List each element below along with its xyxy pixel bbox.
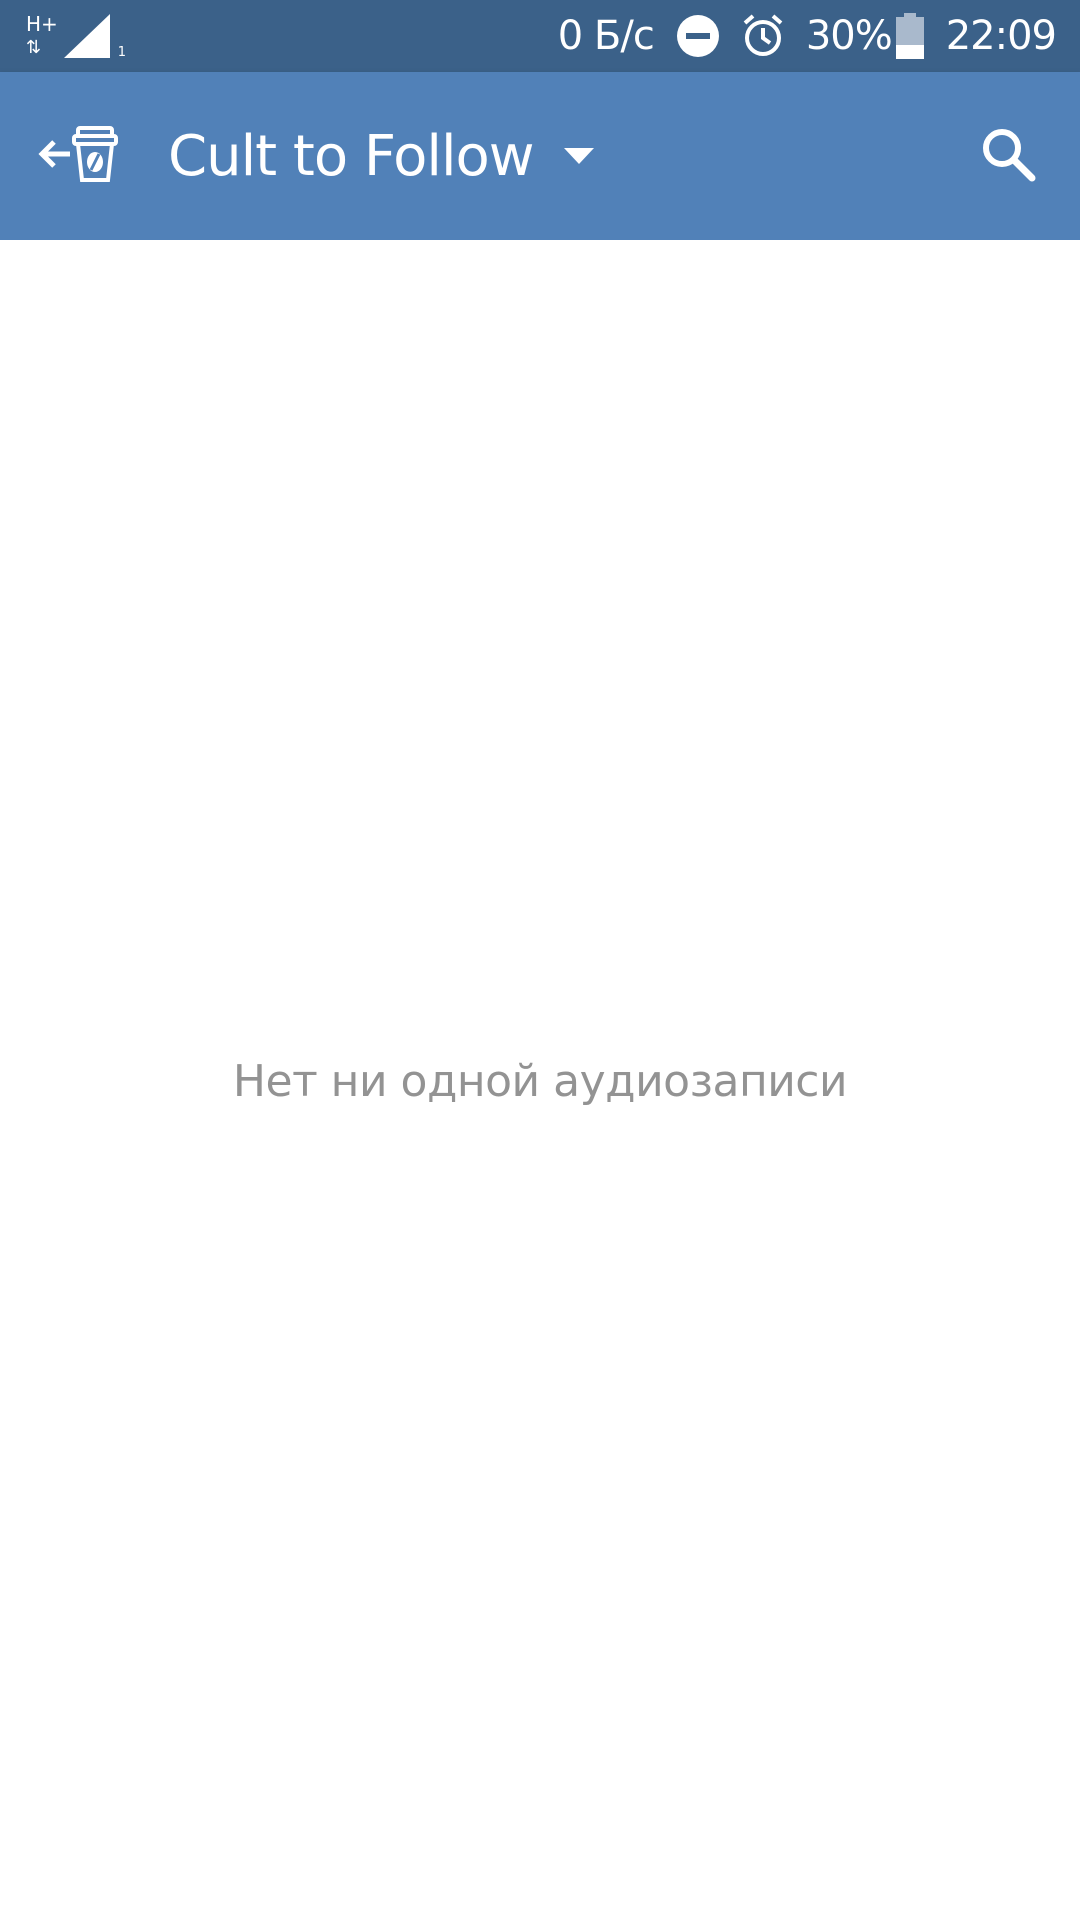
net-speed-label: 0 Б/с: [557, 13, 655, 59]
battery-icon: [895, 13, 924, 59]
search-icon: [980, 126, 1036, 187]
back-button[interactable]: [38, 116, 128, 196]
coffee-cup-logo-icon: [72, 125, 118, 187]
signal-icon: 1: [64, 14, 126, 60]
network-type-icon: H+ ⇅: [26, 14, 60, 58]
search-button[interactable]: [976, 124, 1040, 188]
empty-state-message: Нет ни одной аудиозаписи: [232, 1056, 848, 1107]
page-title: Cult to Follow: [168, 123, 535, 189]
status-bar: H+ ⇅ 1 0 Б/с 30% 22:09: [0, 0, 1080, 72]
status-right: 0 Б/с 30% 22:09: [557, 0, 1057, 72]
network-arrows: ⇅: [26, 37, 41, 58]
alarm-icon: [740, 13, 786, 59]
title-dropdown-button[interactable]: Cult to Follow: [168, 122, 594, 190]
dropdown-triangle-icon: [563, 148, 594, 164]
back-arrow-icon: [38, 134, 72, 179]
battery-percentage: 30%: [805, 13, 893, 59]
audio-list: Нет ни одной аудиозаписи: [0, 240, 1080, 1920]
app-bar: Cult to Follow: [0, 72, 1080, 240]
status-left: H+ ⇅ 1: [26, 14, 126, 60]
sim-slot-label: 1: [117, 45, 126, 60]
dnd-icon: [676, 14, 720, 58]
network-type-label: H+: [26, 12, 58, 36]
clock: 22:09: [945, 13, 1057, 59]
